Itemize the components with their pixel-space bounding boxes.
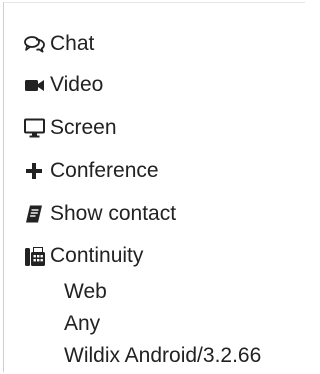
menu-item-show-contact[interactable]: Show contact	[24, 199, 176, 229]
menu-item-screen[interactable]: Screen	[24, 113, 117, 143]
menu-item-chat[interactable]: Chat	[24, 29, 94, 59]
menu-item-video[interactable]: Video	[24, 70, 103, 100]
plus-icon	[24, 156, 50, 186]
monitor-icon	[24, 113, 50, 143]
menu-item-conference[interactable]: Conference	[24, 156, 159, 186]
menu-item-label: Show contact	[50, 202, 177, 225]
fax-phone-icon	[24, 241, 50, 271]
continuity-detail-any: Any	[64, 312, 101, 335]
address-book-icon	[24, 199, 50, 229]
menu-item-label: Continuity	[50, 244, 144, 267]
menu-item-label: Conference	[50, 159, 159, 182]
continuity-detail-web: Web	[64, 280, 107, 303]
video-camera-icon	[24, 70, 50, 100]
menu-item-label: Screen	[50, 116, 117, 139]
continuity-detail-client: Wildix Android/3.2.66	[64, 344, 262, 367]
menu-item-continuity[interactable]: Continuity	[24, 241, 143, 271]
menu-item-label: Video	[50, 73, 104, 96]
contact-actions-menu: Chat Video Screen Conference Show contac…	[3, 2, 305, 372]
chat-bubbles-icon	[24, 29, 50, 59]
menu-item-label: Chat	[50, 32, 95, 55]
